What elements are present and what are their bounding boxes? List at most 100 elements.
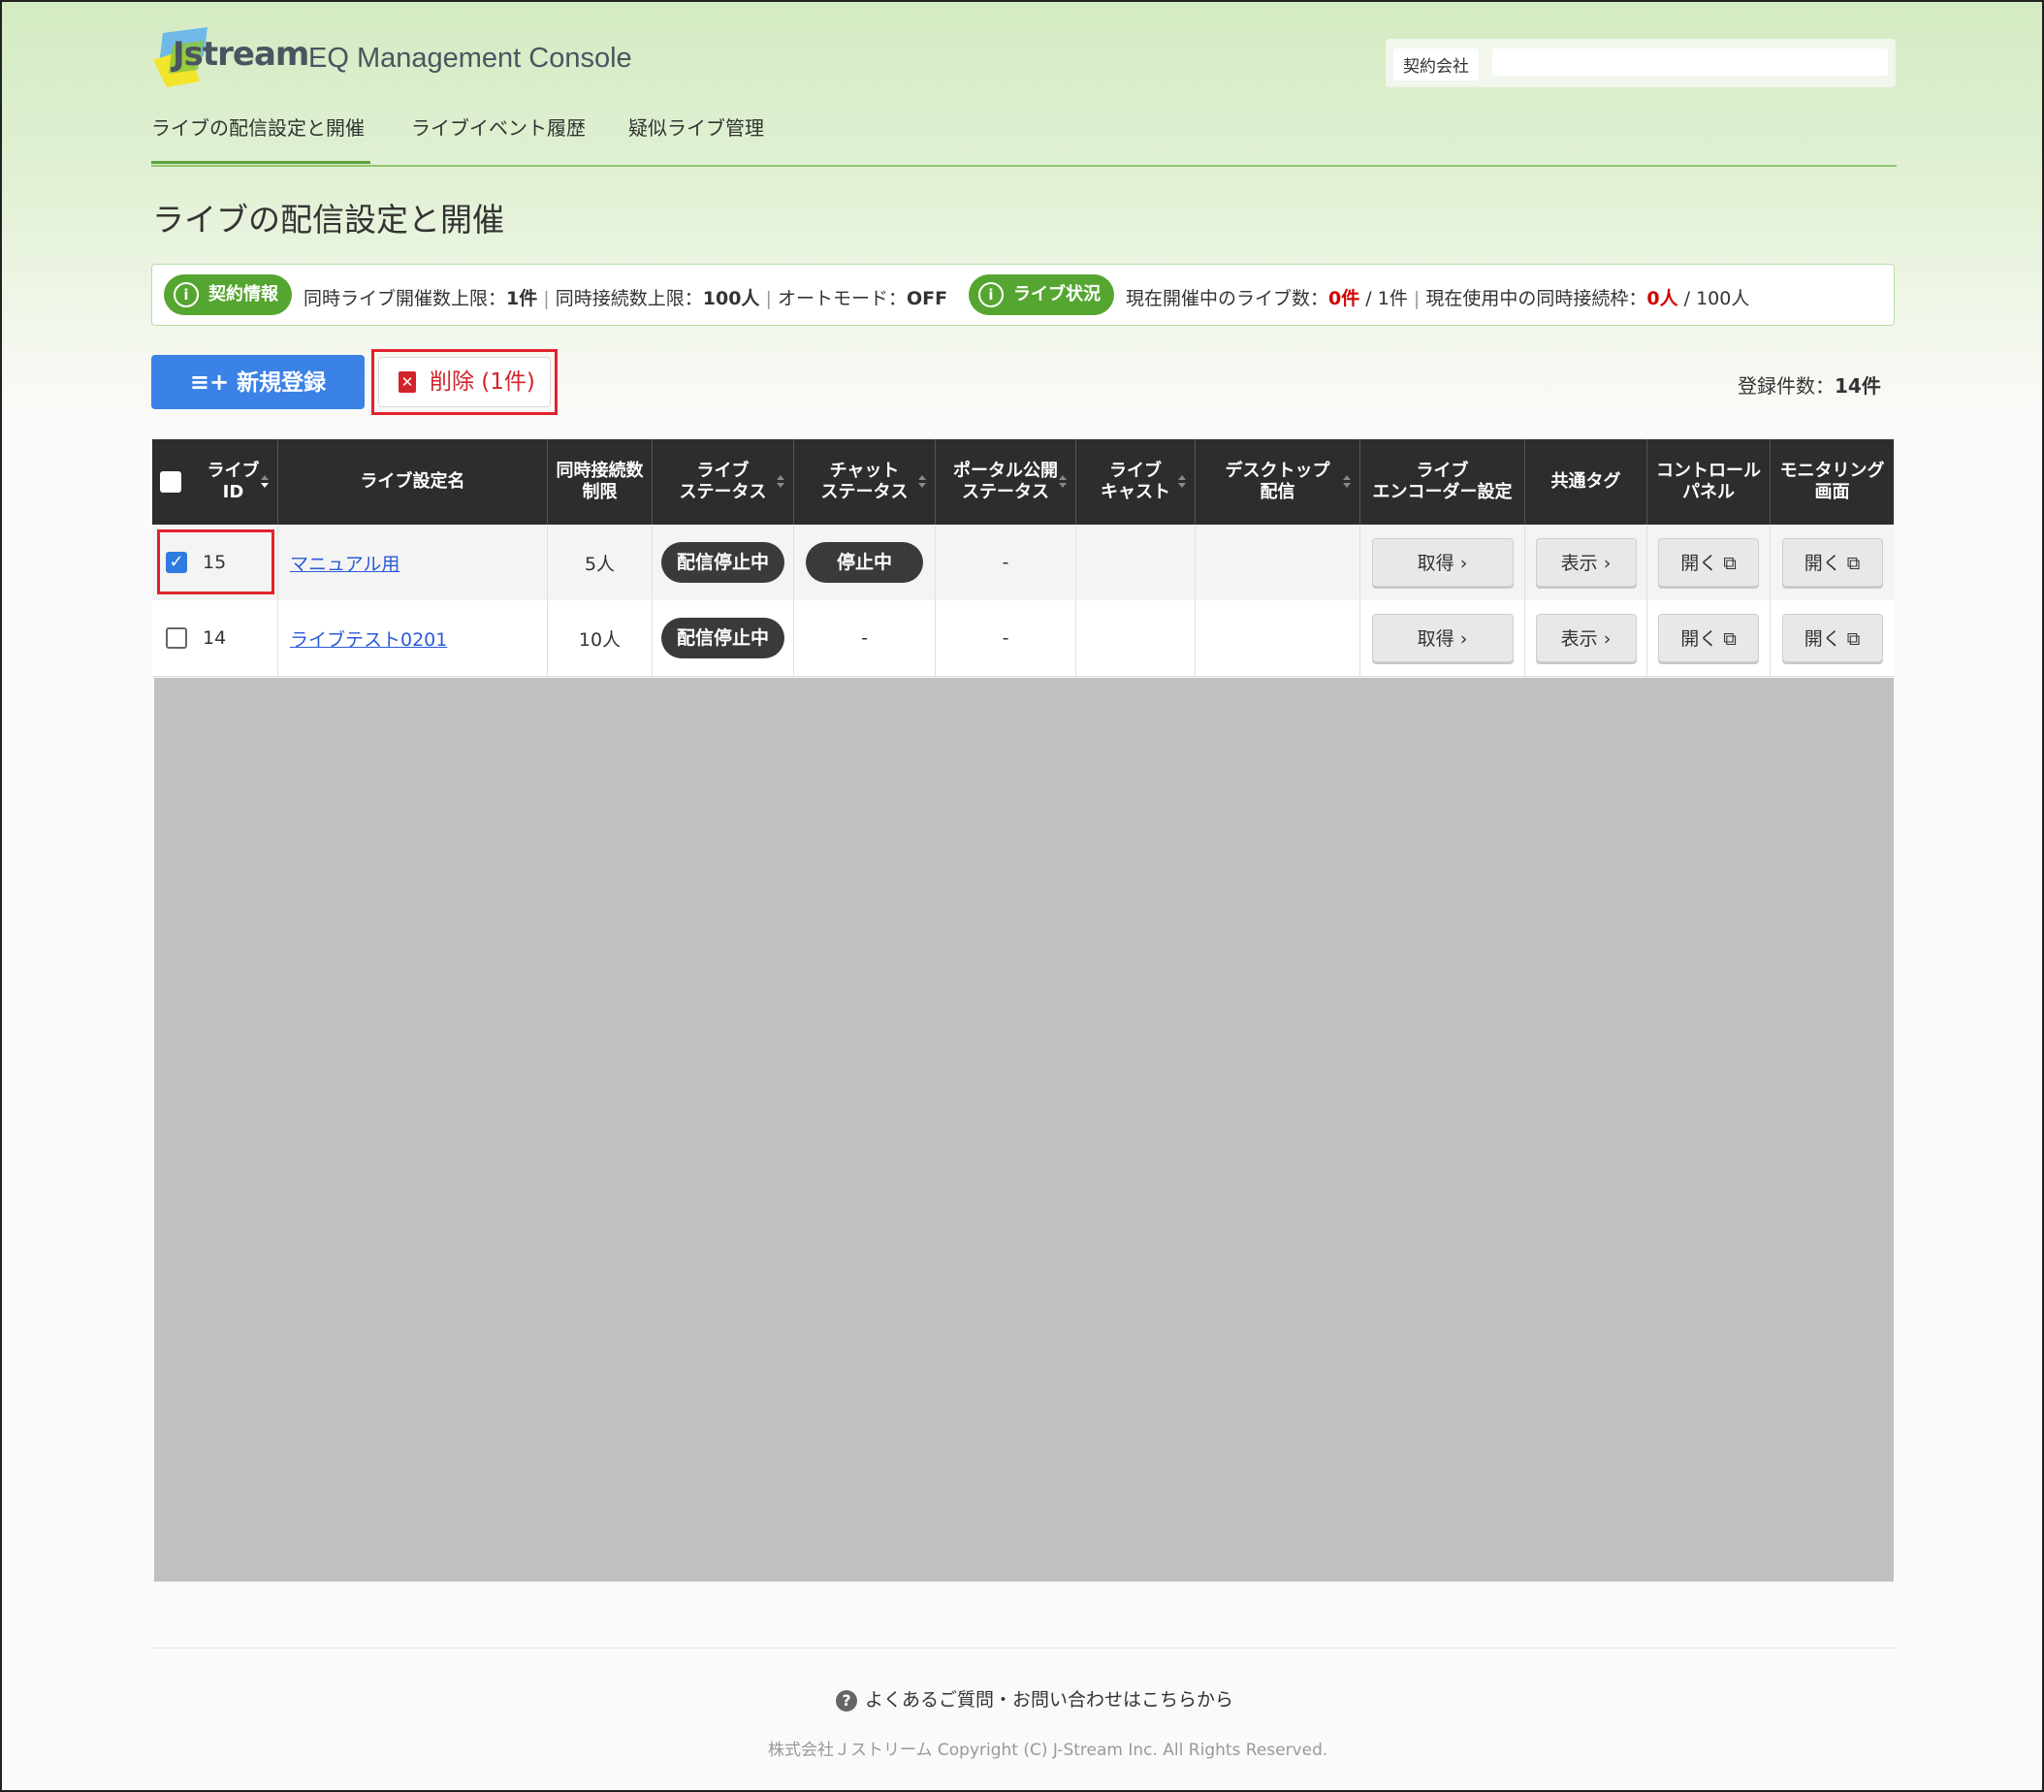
th-portal-status[interactable]: ポータル公開 ステータス	[936, 439, 1076, 525]
live-status-pill: i ライブ状況	[969, 274, 1114, 315]
info-icon: i	[174, 282, 199, 307]
th-desktop[interactable]: デスクトップ 配信	[1196, 439, 1360, 525]
auto-mode-value: OFF	[906, 288, 948, 309]
control-panel-open-button[interactable]: 開く ⧉	[1658, 538, 1759, 587]
th-common-tag-label: 共通タグ	[1550, 471, 1621, 492]
cell-encoder: 取得 ›	[1360, 600, 1525, 676]
connection-limit-value: 10人	[578, 628, 622, 651]
th-monitoring: モニタリング 画面	[1771, 439, 1894, 525]
delete-button[interactable]: ✕ 削除 (1件)	[378, 357, 551, 407]
live-count-total: 1件	[1377, 288, 1408, 309]
th-live-cast[interactable]: ライブ キャスト	[1076, 439, 1196, 525]
th-chat-status-label: チャット ステータス	[820, 461, 909, 502]
encoder-get-button[interactable]: 取得 ›	[1371, 538, 1514, 587]
concurrent-live-limit-value: 1件	[506, 288, 538, 309]
sort-icon	[1058, 475, 1068, 489]
cell-live-status: 配信停止中	[653, 525, 794, 600]
registered-count: 登録件数：14件	[1738, 370, 1881, 399]
sort-icon	[260, 475, 270, 489]
help-icon: ?	[836, 1689, 857, 1712]
cell-live-status: 配信停止中	[653, 600, 794, 676]
live-count-value: 0件	[1328, 288, 1360, 309]
table-header: ライブ ID ライブ設定名 同時接続数 制限 ライブ ステータス チャット ステ…	[152, 439, 1894, 525]
sort-icon	[1177, 475, 1187, 489]
th-desktop-label: デスクトップ 配信	[1225, 461, 1330, 502]
live-count-label: 現在開催中のライブ数：	[1126, 288, 1329, 309]
th-connection-limit: 同時接続数 制限	[548, 439, 653, 525]
contract-info-text: 同時ライブ開催数上限：1件 | 同時接続数上限：100人 | オートモード：OF…	[303, 288, 948, 309]
cell-chat-status: -	[794, 600, 936, 676]
live-name-link[interactable]: ライブテスト0201	[290, 625, 447, 652]
th-portal-status-label: ポータル公開 ステータス	[953, 461, 1058, 502]
cell-common-tag: 表示 ›	[1525, 525, 1647, 600]
th-control-panel-label: コントロール パネル	[1656, 461, 1761, 502]
cell-monitoring: 開く ⧉	[1771, 600, 1894, 676]
encoder-get-button[interactable]: 取得 ›	[1371, 614, 1514, 662]
cell-limit: 5人	[548, 525, 653, 600]
jstream-logo[interactable]: Jstream	[149, 27, 309, 87]
cell-live-cast	[1076, 600, 1196, 676]
select-all-checkbox[interactable]	[160, 471, 181, 493]
chat-status-badge: 停止中	[805, 542, 923, 583]
live-status-badge: 配信停止中	[660, 618, 784, 658]
chat-status-value: -	[861, 627, 868, 649]
cell-control-panel: 開く ⧉	[1647, 525, 1771, 600]
th-live-status[interactable]: ライブ ステータス	[653, 439, 794, 525]
th-chat-status[interactable]: チャット ステータス	[794, 439, 936, 525]
contract-info-pill: i 契約情報	[164, 274, 292, 315]
add-list-icon: ≡+	[189, 368, 230, 396]
cell-monitoring: 開く ⧉	[1771, 525, 1894, 600]
control-panel-open-button[interactable]: 開く ⧉	[1658, 614, 1759, 662]
th-encoder-label: ライブ エンコーダー設定	[1372, 461, 1513, 502]
app-frame: Jstream EQ Management Console 契約会社 ライブの配…	[0, 0, 2044, 1792]
live-name-link[interactable]: マニュアル用	[290, 550, 399, 576]
nav-tab-live-settings[interactable]: ライブの配信設定と開催	[151, 112, 365, 141]
concurrent-live-limit-label: 同時ライブ開催数上限：	[303, 288, 507, 309]
connection-usage-value: 0人	[1646, 288, 1678, 309]
sort-icon	[776, 475, 785, 489]
faq-link[interactable]: ? よくあるご質問・お問い合わせはこちらから	[836, 1685, 1233, 1712]
th-live-name: ライブ設定名	[278, 439, 548, 525]
tag-show-button[interactable]: 表示 ›	[1535, 614, 1637, 662]
concurrent-connection-limit-value: 100人	[702, 288, 760, 309]
delete-label: 削除 (1件)	[430, 369, 535, 395]
info-bar: i 契約情報 同時ライブ開催数上限：1件 | 同時接続数上限：100人 | オー…	[151, 264, 1895, 326]
th-live-cast-label: ライブ キャスト	[1101, 461, 1170, 502]
contract-label: 契約会社	[1393, 48, 1479, 80]
row-id: 14	[203, 627, 227, 649]
th-live-id[interactable]: ライブ ID	[152, 439, 278, 525]
cell-chat-status: 停止中	[794, 525, 936, 600]
th-encoder: ライブ エンコーダー設定	[1360, 439, 1525, 525]
registered-count-value: 14件	[1835, 374, 1881, 398]
th-common-tag: 共通タグ	[1525, 439, 1647, 525]
cell-portal-status: -	[936, 525, 1076, 600]
redacted-table-area	[154, 678, 1894, 1582]
sort-icon	[1342, 475, 1352, 489]
registered-count-label: 登録件数：	[1738, 374, 1835, 398]
cell-desktop	[1196, 525, 1360, 600]
page-title: ライブの配信設定と開催	[152, 201, 504, 239]
info-icon: i	[978, 282, 1004, 307]
trash-icon: ✕	[399, 371, 416, 393]
nav-divider	[151, 165, 1897, 167]
th-live-name-label: ライブ設定名	[360, 471, 465, 492]
row-checkbox[interactable]	[166, 627, 187, 649]
cell-common-tag: 表示 ›	[1525, 600, 1647, 676]
nav-tab-event-history[interactable]: ライブイベント履歴	[411, 112, 586, 141]
connection-usage-label: 現在使用中の同時接続枠：	[1425, 288, 1647, 309]
contract-info-pill-label: 契約情報	[208, 284, 278, 304]
contract-input[interactable]	[1492, 48, 1888, 76]
monitoring-open-button[interactable]: 開く ⧉	[1781, 614, 1883, 662]
nav-tab-pseudo-live[interactable]: 疑似ライブ管理	[628, 112, 764, 141]
row-select-highlight-box	[157, 529, 274, 594]
faq-link-label: よくあるご質問・お問い合わせはこちらから	[865, 1689, 1234, 1711]
new-register-button[interactable]: ≡+ 新規登録	[151, 355, 365, 409]
contract-selector: 契約会社	[1386, 39, 1896, 87]
connection-limit-value: 5人	[584, 553, 616, 575]
th-live-id-label: ライブ ID	[207, 461, 260, 502]
cell-name: ライブテスト0201	[278, 600, 548, 676]
tag-show-button[interactable]: 表示 ›	[1535, 538, 1637, 587]
connection-usage-total: 100人	[1696, 288, 1750, 309]
table-row: ✓ 15 マニュアル用 5人 配信停止中 停止中 - 取得 › 表示 › 開く …	[152, 525, 1894, 601]
monitoring-open-button[interactable]: 開く ⧉	[1781, 538, 1883, 587]
